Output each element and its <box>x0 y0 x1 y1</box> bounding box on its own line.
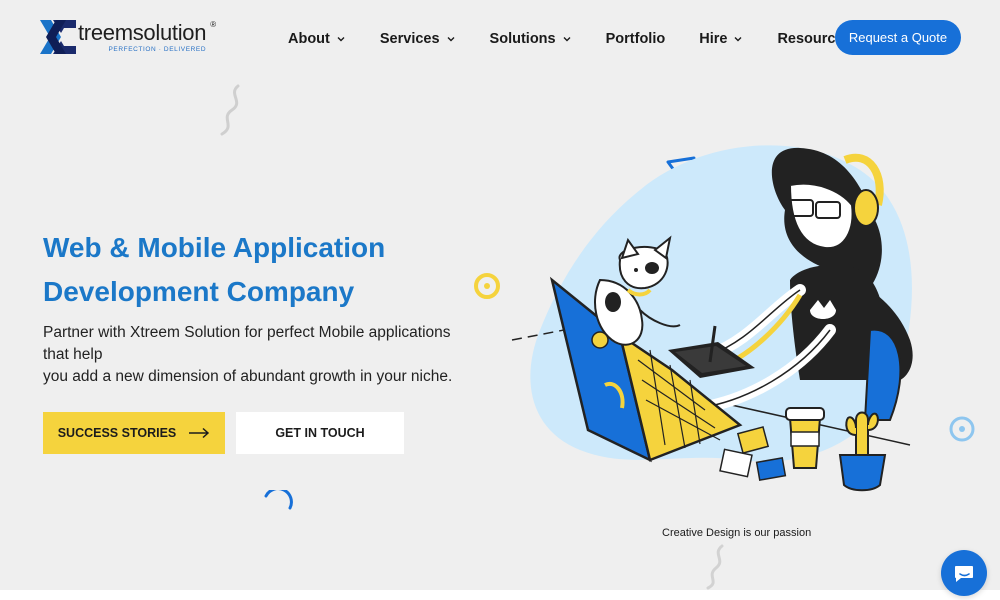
hero-description: Partner with Xtreem Solution for perfect… <box>43 322 483 388</box>
nav-item-solutions[interactable]: Solutions <box>490 31 572 47</box>
success-stories-button[interactable]: SUCCESS STORIES <box>43 412 225 454</box>
chat-widget-button[interactable] <box>941 550 987 596</box>
nav-item-hire[interactable]: Hire <box>699 31 743 47</box>
squiggle-decoration-icon <box>220 84 240 136</box>
brand-tagline: PERFECTION · DELIVERED <box>108 46 207 53</box>
chevron-down-icon <box>563 37 571 42</box>
get-in-touch-button[interactable]: GET IN TOUCH <box>236 412 404 454</box>
chevron-down-icon <box>337 37 345 42</box>
registered-mark: ® <box>210 20 217 29</box>
success-stories-label: SUCCESS STORIES <box>57 426 177 440</box>
nav-item-label: Portfolio <box>605 31 666 47</box>
hero-desc-line3: you add a new dimension of abundant grow… <box>43 368 453 385</box>
ring-decoration-icon <box>949 416 975 442</box>
hero-title: Web & Mobile Application Development Com… <box>43 226 463 314</box>
illustration-caption: Creative Design is our passion <box>662 527 812 539</box>
xtreem-x-logo-icon <box>40 20 76 54</box>
nav-item-label: Hire <box>699 31 728 47</box>
nav-item-label: About <box>288 31 330 47</box>
ring-decoration-icon <box>474 273 500 299</box>
nav-item-label: Services <box>379 31 440 47</box>
cactus-pot <box>838 454 887 492</box>
brand-name: treemsolution <box>78 20 207 45</box>
nav-item-services[interactable]: Services <box>380 31 456 47</box>
nav-item-portfolio[interactable]: Portfolio <box>606 31 666 47</box>
hero-illustration <box>511 145 913 492</box>
hero-title-line1: Web & Mobile Application <box>43 232 386 263</box>
arrow-right-icon <box>189 427 210 439</box>
request-quote-button[interactable]: Request a Quote <box>835 20 961 55</box>
hero-desc-line2: that help <box>43 346 103 363</box>
chevron-down-icon <box>447 37 455 42</box>
nav-item-label: Solutions <box>489 31 556 47</box>
hero-desc-line1: Partner with Xtreem Solution for perfect… <box>43 324 451 341</box>
main-nav: About Services Solutions Portfolio Hire … <box>288 28 868 50</box>
chat-bubble-icon <box>955 566 973 582</box>
hero-title-line2: Development Company <box>43 276 355 307</box>
nav-item-about[interactable]: About <box>288 31 346 47</box>
arc-decoration-icon <box>264 490 293 510</box>
cactus-plant <box>855 411 869 456</box>
page-bottom-strip <box>0 590 1000 600</box>
brand-logo[interactable]: treemsolution ® PERFECTION · DELIVERED <box>40 20 220 56</box>
chevron-down-icon <box>734 37 742 42</box>
squiggle-decoration-icon <box>706 544 724 590</box>
